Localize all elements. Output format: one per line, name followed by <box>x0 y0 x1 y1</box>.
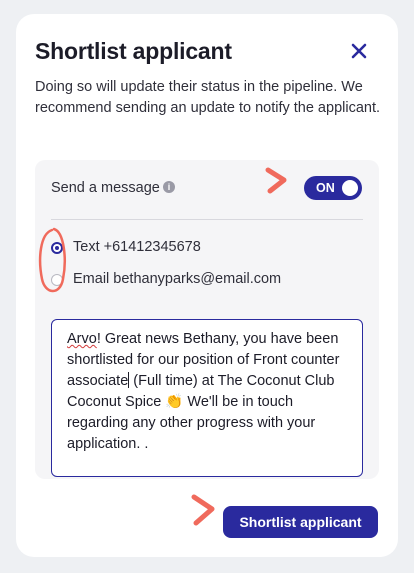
radio-button-checked[interactable] <box>51 242 63 254</box>
shortlist-applicant-button[interactable]: Shortlist applicant <box>223 506 378 538</box>
info-icon[interactable]: i <box>163 181 175 193</box>
radio-label-email: Email bethanyparks@email.com <box>73 271 282 287</box>
radio-label-text: Text +61412345678 <box>73 239 201 255</box>
close-icon[interactable] <box>348 40 370 62</box>
send-message-toggle[interactable]: ON <box>304 176 362 200</box>
divider <box>51 219 363 220</box>
radio-button-unchecked[interactable] <box>51 274 63 286</box>
shortlist-modal: Shortlist applicant Doing so will update… <box>16 14 398 557</box>
misspelled-word: Arvo <box>67 331 97 347</box>
message-settings-panel: Send a message i ON Text +61412345678 Em… <box>35 160 379 479</box>
modal-title: Shortlist applicant <box>35 38 232 64</box>
toggle-state-label: ON <box>316 181 335 195</box>
message-textarea[interactable]: Arvo! Great news Bethany, you have been … <box>51 319 363 477</box>
modal-description: Doing so will update their status in the… <box>35 79 381 116</box>
send-message-label: Send a message <box>51 180 160 196</box>
toggle-knob <box>342 180 358 196</box>
